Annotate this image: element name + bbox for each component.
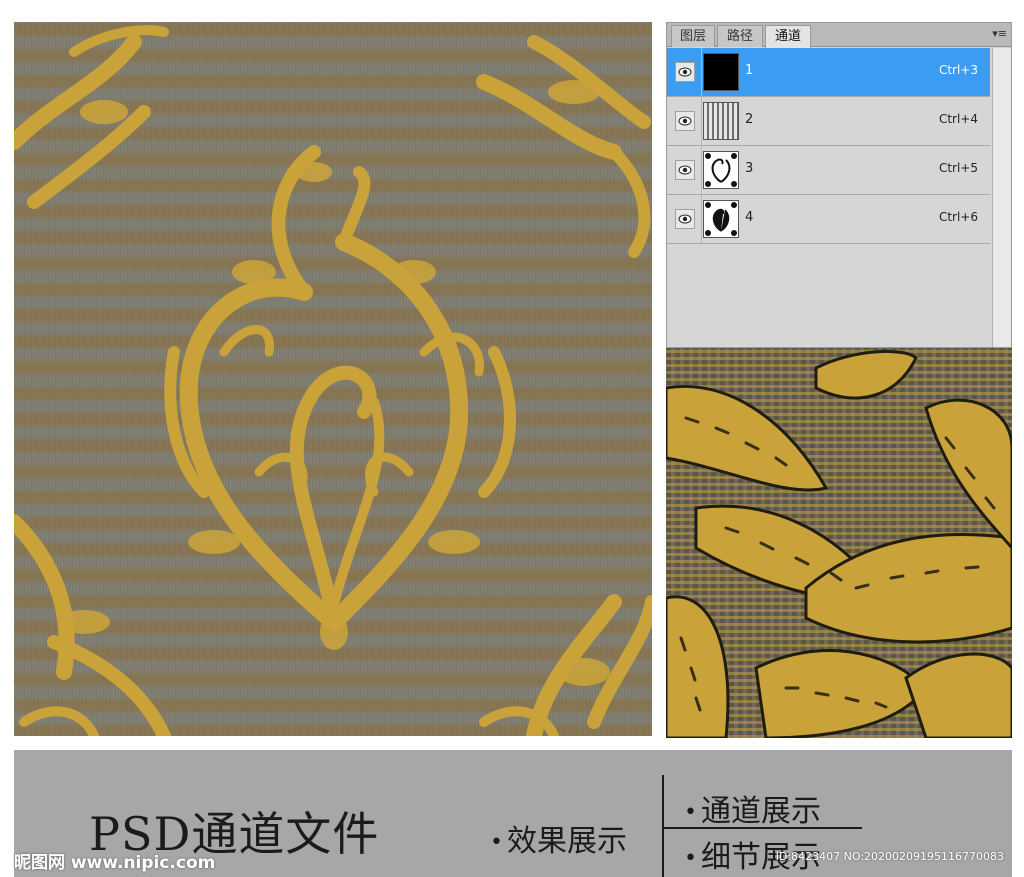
channels-panel: 图层 路径 通道 ▾≡ 1 Ctrl+3 2 Ctrl+4 3 Ctrl+5 4… [666, 22, 1012, 348]
channel-row-2[interactable]: 2 Ctrl+4 [667, 97, 990, 146]
detail-preview-image [666, 348, 1012, 738]
caption-bar: PSD通道文件 • 效果展示 • 通道展示 • 细节展示 昵图网 www.nipic.… [14, 750, 1012, 877]
channel-thumbnail [703, 151, 739, 189]
bullet: • [684, 800, 697, 825]
channel-name: 4 [745, 210, 754, 225]
caption-vertical-divider [662, 775, 664, 877]
row-divider [701, 97, 702, 145]
channel-list: 1 Ctrl+3 2 Ctrl+4 3 Ctrl+5 4 Ctrl+6 [667, 48, 990, 244]
damask-ornament-pattern [14, 25, 652, 736]
site-watermark: 昵图网 www.nipic.com [14, 853, 216, 873]
visibility-eye-icon[interactable] [675, 62, 695, 82]
bullet: • [490, 830, 503, 855]
channel-row-3[interactable]: 3 Ctrl+5 [667, 146, 990, 195]
channel-shortcut: Ctrl+5 [938, 161, 978, 175]
channel-name: 3 [745, 161, 754, 176]
effect-display-text: 效果展示 [506, 824, 627, 859]
panel-menu-icon[interactable]: ▾≡ [992, 27, 1007, 40]
channel-display-label: • 通道展示 [684, 786, 821, 830]
row-divider [701, 195, 702, 243]
row-divider [701, 48, 702, 96]
effect-preview-image [14, 22, 652, 736]
row-divider [701, 146, 702, 194]
channel-shortcut: Ctrl+6 [938, 210, 978, 224]
channel-shortcut: Ctrl+3 [938, 63, 978, 77]
visibility-eye-icon[interactable] [675, 160, 695, 180]
channel-thumbnail [703, 102, 739, 140]
effect-display-label: • 效果展示 [490, 816, 627, 860]
tab-paths[interactable]: 路径 [717, 25, 763, 47]
channel-thumbnail [703, 53, 739, 91]
channel-row-4[interactable]: 4 Ctrl+6 [667, 195, 990, 244]
tab-layers[interactable]: 图层 [671, 25, 715, 47]
detail-ornament-zoom [666, 350, 1012, 738]
id-watermark: ID:8423407 NO:20200209195116770083 [775, 850, 1004, 863]
bullet: • [684, 846, 697, 871]
panel-scrollbar[interactable] [992, 48, 1011, 347]
panel-tab-bar: 图层 路径 通道 ▾≡ [667, 23, 1011, 48]
channel-thumbnail [703, 200, 739, 238]
channel-name: 2 [745, 112, 754, 127]
visibility-eye-icon[interactable] [675, 111, 695, 131]
visibility-eye-icon[interactable] [675, 209, 695, 229]
channel-shortcut: Ctrl+4 [938, 112, 978, 126]
channel-name: 1 [745, 63, 754, 78]
channel-display-text: 通道展示 [700, 794, 821, 829]
tab-channels[interactable]: 通道 [765, 25, 811, 48]
channel-row-1[interactable]: 1 Ctrl+3 [667, 48, 990, 97]
